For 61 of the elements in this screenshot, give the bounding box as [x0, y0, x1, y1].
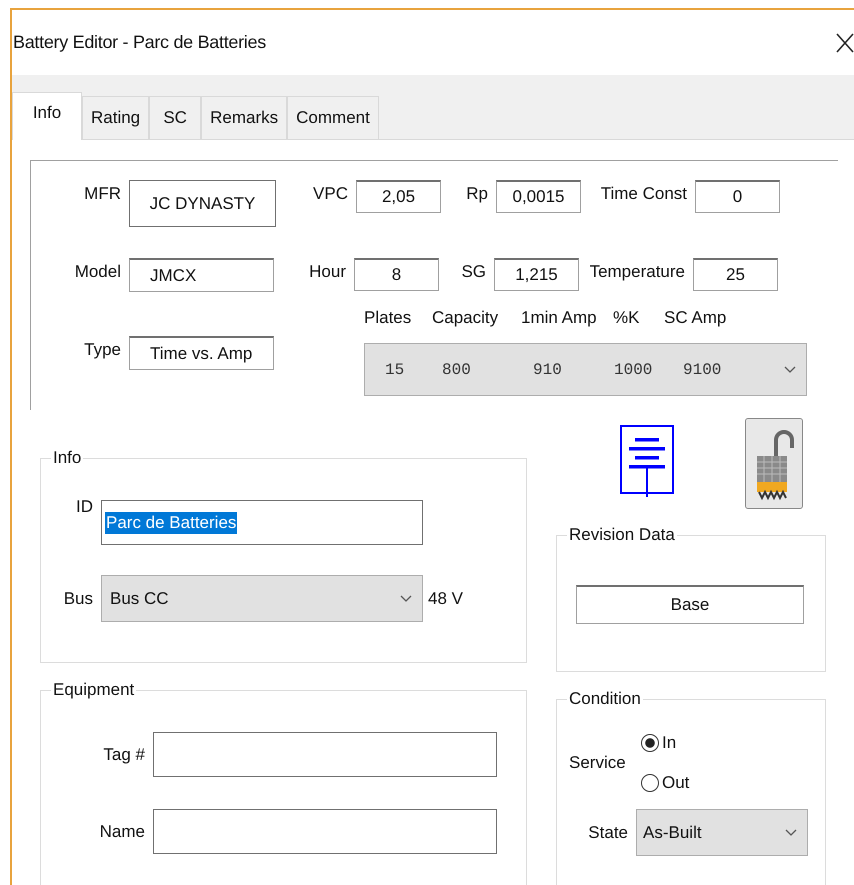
field-label: ID [75, 496, 94, 516]
column-header: 1min Amp [521, 308, 598, 329]
group-title: Info [52, 448, 82, 468]
field-label: State [587, 822, 629, 842]
input-field[interactable]: 0,0015 [496, 180, 581, 213]
field-label: SG [460, 261, 487, 282]
input-field[interactable] [153, 732, 497, 777]
battery-symbol-icon[interactable] [620, 425, 674, 497]
rating-value: 910 [533, 360, 563, 378]
radio-button[interactable]: In [641, 733, 690, 753]
input-field[interactable]: Parc de Batteries [101, 500, 423, 545]
input-field[interactable]: Time vs. Amp [129, 336, 274, 370]
chevron-icon [785, 828, 797, 836]
group-title: Condition [568, 689, 642, 709]
tab[interactable]: Remarks [201, 96, 288, 139]
close-icon[interactable] [836, 32, 854, 52]
voltage-label: 48 V [428, 588, 463, 608]
tab[interactable]: SC [149, 96, 202, 139]
input-field[interactable]: 8 [354, 258, 439, 291]
input-field[interactable]: 1,215 [494, 258, 579, 291]
lock-button[interactable] [745, 418, 803, 509]
group-title: Revision Data [568, 525, 676, 545]
rating-value: 15 [385, 360, 406, 378]
bus-dropdown[interactable]: Bus CC [101, 575, 423, 622]
group-title: Equipment [52, 680, 136, 700]
radio-button[interactable]: Out [641, 773, 690, 793]
tab[interactable]: Rating [82, 96, 150, 139]
field-label: Type [83, 339, 122, 361]
rating-value: 1000 [614, 360, 654, 378]
column-header: Capacity [432, 308, 500, 329]
field-label: Model [74, 261, 122, 282]
tab[interactable]: Comment [287, 96, 379, 139]
tab[interactable]: Info [12, 92, 82, 140]
rating-value: 800 [442, 360, 472, 378]
revision-field[interactable]: Base [576, 585, 804, 624]
input-field[interactable]: 0 [695, 180, 780, 213]
column-header: %K [613, 308, 640, 329]
field-label: Time Const [600, 183, 688, 204]
state-dropdown[interactable]: As-Built [636, 809, 808, 856]
input-field[interactable]: JMCX [129, 258, 274, 292]
rating-dropdown[interactable]: 15 800 910 1000 9100 [364, 343, 807, 396]
field-label: Hour [308, 261, 347, 282]
rating-value: 9100 [683, 360, 722, 378]
field-label: Temperature [588, 261, 686, 282]
column-header: SC Amp [664, 308, 728, 329]
field-label: MFR [83, 183, 122, 204]
input-text: Parc de Batteries [105, 512, 238, 534]
field-label: Bus [62, 588, 94, 608]
chevron-icon [784, 366, 796, 374]
column-header: Plates [364, 308, 412, 329]
chevron-icon [400, 594, 412, 602]
field-label: VPC [312, 183, 349, 204]
field-label: Name [98, 822, 146, 842]
field-label: Service [568, 753, 627, 773]
input-field[interactable] [153, 809, 497, 854]
input-field[interactable]: JC DYNASTY [129, 180, 276, 227]
input-field[interactable]: 25 [693, 258, 778, 291]
field-label: Tag # [102, 744, 146, 764]
window-title: Battery Editor - Parc de Batteries [13, 32, 266, 53]
field-label: Rp [465, 183, 489, 204]
input-field[interactable]: 2,05 [356, 180, 441, 213]
